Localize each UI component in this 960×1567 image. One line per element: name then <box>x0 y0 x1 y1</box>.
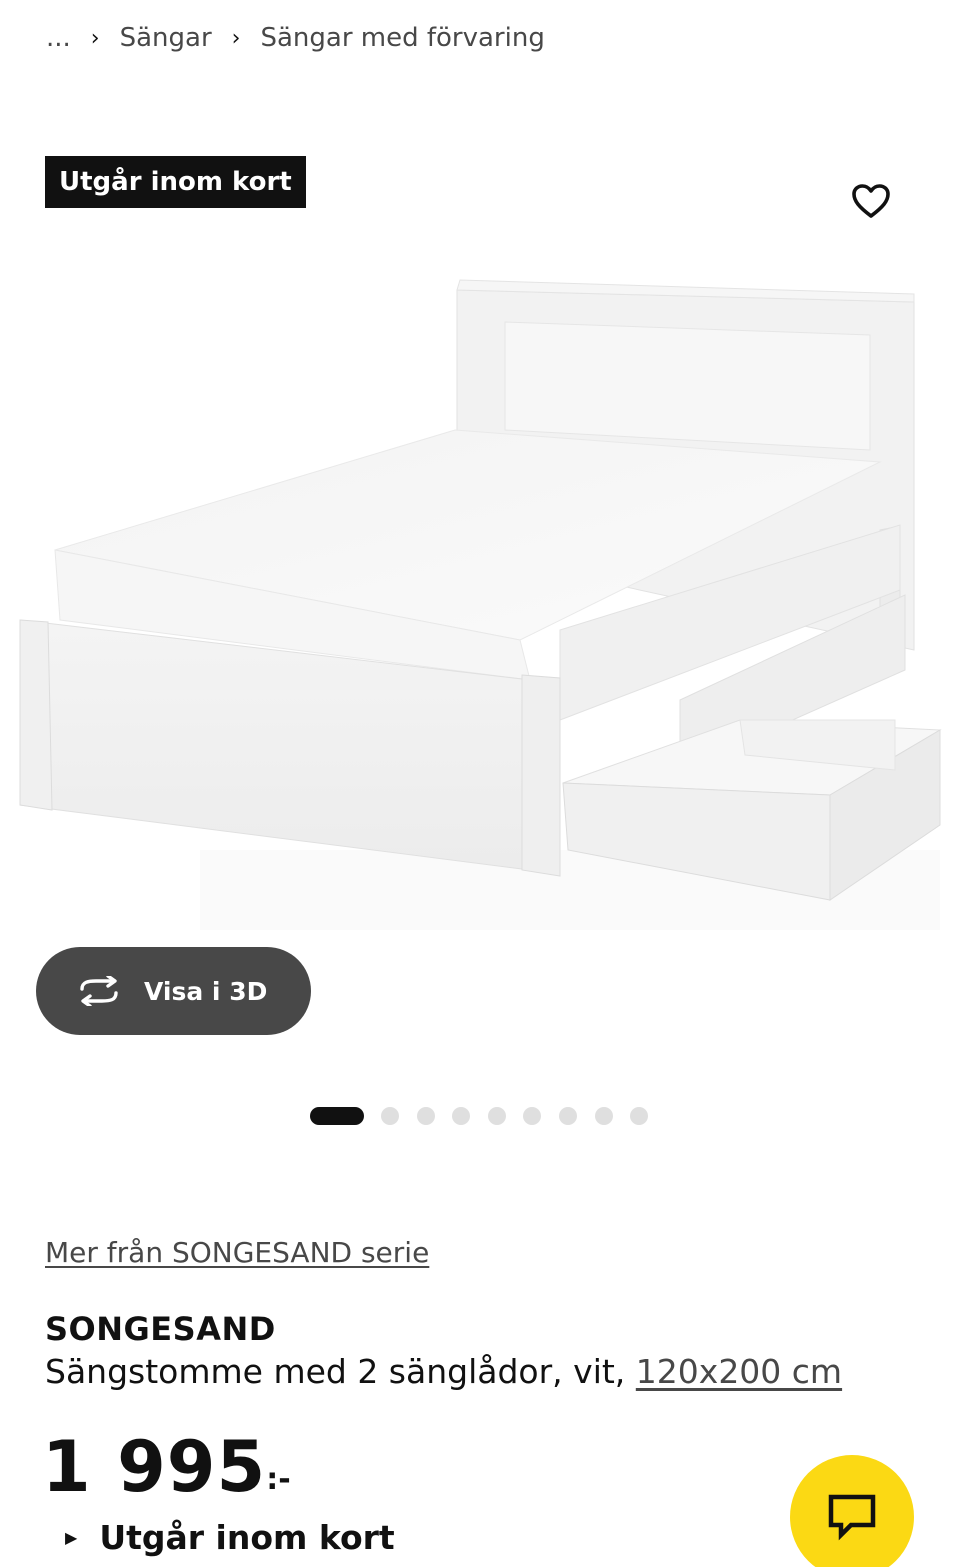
series-link[interactable]: Mer från SONGESAND serie <box>45 1236 429 1269</box>
caret-right-icon: ▶ <box>65 1528 78 1547</box>
chat-icon <box>828 1494 876 1541</box>
gallery-dot[interactable] <box>630 1107 649 1125</box>
gallery-dot[interactable] <box>487 1107 506 1125</box>
view-in-3d-label: Visa i 3D <box>144 976 268 1006</box>
breadcrumb-ellipsis[interactable]: ... <box>46 23 71 53</box>
price-suffix: :- <box>266 1462 291 1497</box>
gallery-pagination <box>310 1106 666 1126</box>
breadcrumb: ... › Sängar › Sängar med förvaring <box>46 20 545 56</box>
breadcrumb-item-sangar[interactable]: Sängar <box>120 23 212 53</box>
bed-illustration <box>19 279 942 930</box>
gallery-dot[interactable] <box>416 1107 435 1125</box>
product-description-text: Sängstomme med 2 sänglådor, vit, <box>45 1352 626 1391</box>
view-in-3d-button[interactable]: Visa i 3D <box>36 947 311 1035</box>
rotate-3d-icon <box>76 976 122 1006</box>
gallery-dot-active[interactable] <box>310 1107 364 1125</box>
price-amount: 1 995 <box>42 1426 267 1508</box>
gallery-dot[interactable] <box>381 1107 399 1125</box>
chat-button[interactable] <box>790 1455 914 1567</box>
breadcrumb-chevron-icon: › <box>231 25 241 51</box>
gallery-dot[interactable] <box>594 1107 613 1125</box>
discontinued-badge: Utgår inom kort <box>45 156 306 208</box>
product-name: SONGESAND <box>45 1310 276 1348</box>
favorite-button[interactable] <box>848 178 894 224</box>
breadcrumb-chevron-icon: › <box>90 25 100 51</box>
gallery-dot[interactable] <box>558 1107 577 1125</box>
availability-status[interactable]: ▶ Utgår inom kort <box>65 1518 395 1557</box>
availability-status-label: Utgår inom kort <box>99 1518 395 1557</box>
gallery-dot[interactable] <box>523 1107 542 1125</box>
product-price: 1 995 :- <box>42 1424 291 1510</box>
product-image[interactable] <box>0 250 960 950</box>
product-description: Sängstomme med 2 sänglådor, vit, 120x200… <box>45 1352 842 1391</box>
breadcrumb-item-sangar-med-forvaring[interactable]: Sängar med förvaring <box>260 23 544 53</box>
heart-icon <box>852 184 890 218</box>
gallery-dot[interactable] <box>452 1107 471 1125</box>
product-size-link[interactable]: 120x200 cm <box>636 1352 842 1391</box>
